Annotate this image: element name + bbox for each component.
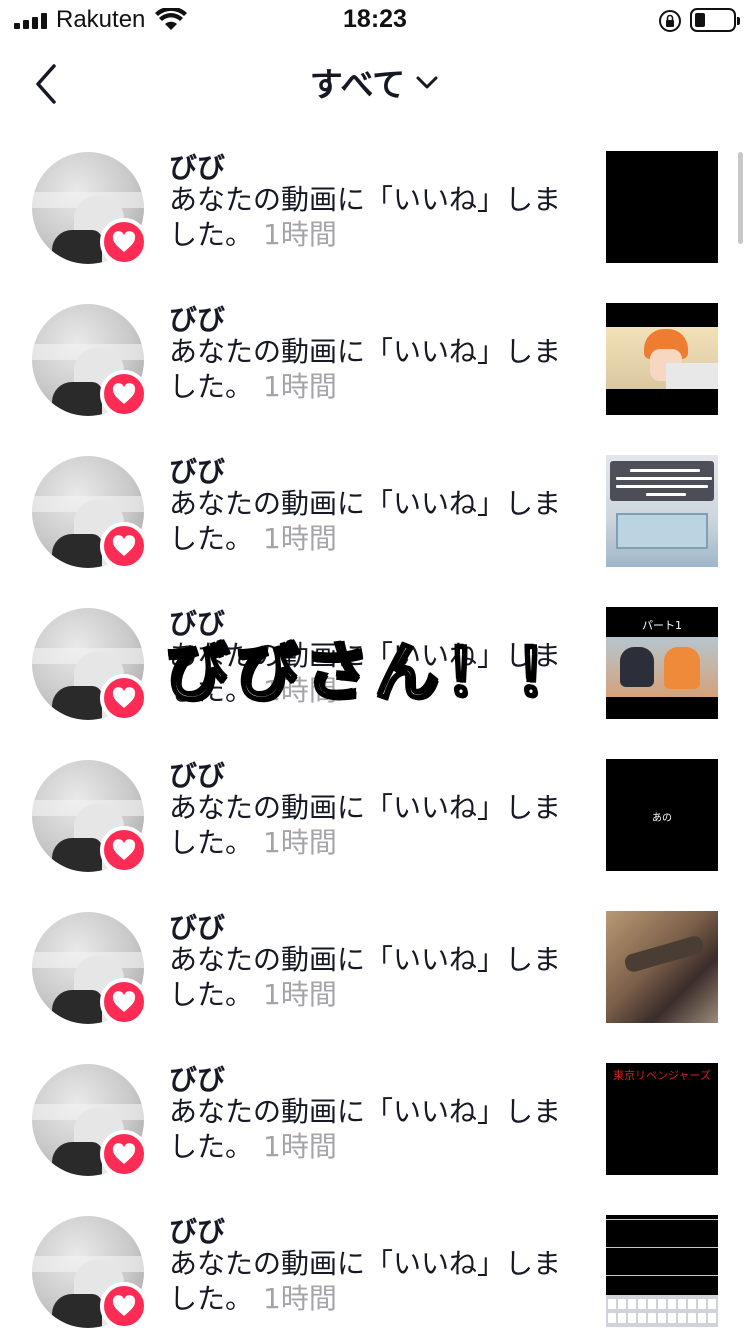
message-text: あなたの動画に「いいね」しました。: [169, 183, 562, 251]
username[interactable]: びび: [169, 298, 225, 338]
heart-icon: [100, 370, 148, 418]
nav-bar: すべて: [0, 40, 750, 128]
timestamp: 1時間: [263, 370, 337, 403]
notification-message: あなたの動画に「いいね」しました。 1時間: [169, 486, 569, 556]
video-thumbnail[interactable]: [606, 911, 718, 1023]
message-text: あなたの動画に「いいね」しました。: [169, 791, 562, 859]
video-thumbnail[interactable]: [606, 1215, 718, 1327]
heart-icon: [100, 978, 148, 1026]
timestamp: 1時間: [263, 978, 337, 1011]
username[interactable]: びび: [169, 1210, 225, 1250]
status-bar: Rakuten 18:23: [0, 0, 750, 40]
timestamp: 1時間: [263, 826, 337, 859]
message-text: あなたの動画に「いいね」しました。: [169, 487, 562, 555]
video-thumbnail[interactable]: 東京リベンジャーズ: [606, 1063, 718, 1175]
notification-row[interactable]: びび あなたの動画に「いいね」しました。 1時間 東京リベンジャーズ: [0, 1040, 750, 1192]
notification-message: あなたの動画に「いいね」しました。 1時間: [169, 334, 569, 404]
notification-message: あなたの動画に「いいね」しました。 1時間: [169, 1246, 569, 1316]
heart-icon: [100, 522, 148, 570]
username[interactable]: びび: [169, 1058, 225, 1098]
message-text: あなたの動画に「いいね」しました。: [169, 1095, 562, 1163]
page-title: すべて: [309, 65, 406, 104]
timestamp: 1時間: [263, 1282, 337, 1315]
timestamp: 1時間: [263, 522, 337, 555]
heart-icon: [100, 1282, 148, 1330]
notification-row[interactable]: びび あなたの動画に「いいね」しました。 1時間: [0, 1192, 750, 1344]
battery-icon: [690, 8, 740, 32]
message-text: あなたの動画に「いいね」しました。: [169, 1247, 562, 1315]
notification-message: あなたの動画に「いいね」しました。 1時間: [169, 942, 569, 1012]
username[interactable]: びび: [169, 754, 225, 794]
status-time: 18:23: [343, 5, 407, 33]
timestamp: 1時間: [263, 218, 337, 251]
username[interactable]: びび: [169, 146, 225, 186]
filter-dropdown[interactable]: すべて: [0, 58, 750, 106]
scrollbar[interactable]: [738, 152, 743, 244]
notification-message: あなたの動画に「いいね」しました。 1時間: [169, 790, 569, 860]
video-thumbnail[interactable]: あの: [606, 759, 718, 871]
notification-message: あなたの動画に「いいね」しました。 1時間: [169, 182, 569, 252]
heart-icon: [100, 218, 148, 266]
overlay-caption: びびさん！！: [164, 636, 585, 713]
video-thumbnail[interactable]: [606, 303, 718, 415]
heart-icon: [100, 1130, 148, 1178]
message-text: あなたの動画に「いいね」しました。: [169, 943, 562, 1011]
heart-icon: [100, 826, 148, 874]
rotation-lock-icon: [659, 10, 681, 32]
video-thumbnail[interactable]: [606, 151, 718, 263]
chevron-down-icon: [416, 76, 438, 89]
video-thumbnail[interactable]: [606, 455, 718, 567]
notification-message: あなたの動画に「いいね」しました。 1時間: [169, 1094, 569, 1164]
username[interactable]: びび: [169, 906, 225, 946]
notification-row[interactable]: びび あなたの動画に「いいね」しました。 1時間: [0, 128, 750, 280]
notification-row[interactable]: びび あなたの動画に「いいね」しました。 1時間: [0, 280, 750, 432]
notification-row[interactable]: びび あなたの動画に「いいね」しました。 1時間 あの: [0, 736, 750, 888]
message-text: あなたの動画に「いいね」しました。: [169, 335, 562, 403]
username[interactable]: びび: [169, 450, 225, 490]
thumbnail-title: 東京リベンジャーズ: [613, 1069, 711, 1082]
notification-row[interactable]: びび あなたの動画に「いいね」しました。 1時間: [0, 432, 750, 584]
notification-row[interactable]: びび あなたの動画に「いいね」しました。 1時間: [0, 888, 750, 1040]
thumbnail-text: あの: [652, 813, 672, 824]
timestamp: 1時間: [263, 1130, 337, 1163]
